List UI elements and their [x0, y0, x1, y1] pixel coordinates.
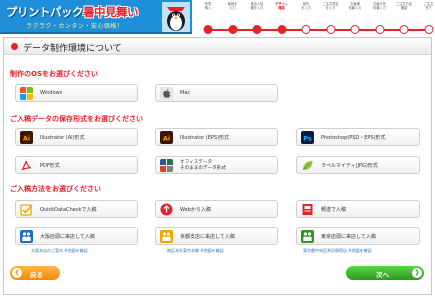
header: プリントパック暑中見舞い ラクラク・カンタン・安心価格！ 年賀 購入 絵柄を 入力 差出…	[0, 0, 435, 36]
format-eps-label: Illustrator (EPS)形式	[180, 135, 230, 141]
logo[interactable]: プリントパック暑中見舞い ラクラク・カンタン・安心価格！	[0, 0, 192, 34]
step-indicator	[326, 25, 335, 34]
step-label: ご注文内容 を入力	[322, 2, 339, 10]
os-windows-label: Windows	[40, 90, 63, 96]
next-button-label: 次へ	[376, 271, 389, 279]
method-tokyo-label: 東京店頭に来店して入稿	[321, 234, 376, 240]
step-label: デザイン 確認	[275, 2, 288, 10]
format-office-button[interactable]: オフィスデータ そのままのデータ形式	[155, 156, 278, 174]
main-panel: データ制作環境について 制作のOSをお選びください Windows Mac ご入…	[3, 37, 432, 295]
step-label: 差出人情 報を入力	[250, 2, 264, 10]
panel-title-bar: データ制作環境について	[4, 38, 431, 55]
pdf-icon	[20, 159, 33, 172]
checkbox-icon	[20, 204, 33, 216]
map-link-tokyo[interactable]: 東京都中央区茶沢原宿店 ※地図を確認	[303, 248, 372, 254]
mail-icon	[302, 204, 313, 215]
step-indicator	[203, 25, 213, 34]
step-label: 絵柄を 入力	[227, 2, 238, 10]
logo-tagline: ラクラク・カンタン・安心価格！	[26, 23, 124, 30]
next-button[interactable]: 次へ ❯	[346, 266, 424, 280]
format-pdf-button[interactable]: PDF形式	[15, 156, 138, 174]
step-indicator	[399, 25, 409, 34]
os-windows-button[interactable]: Windows	[15, 84, 138, 102]
logo-brand: プリントパック	[6, 5, 84, 19]
leaf-icon	[303, 161, 313, 170]
os-mac-label: Mac	[180, 90, 191, 96]
step-label: 宛先 を入力	[301, 2, 311, 10]
step-indicator	[277, 25, 286, 34]
format-ai-label: Illustrator (AI)形式	[40, 135, 85, 141]
step-label: 年賀 購入	[204, 2, 212, 10]
svg-text:Ai: Ai	[23, 134, 30, 142]
chevron-left-icon: ❮	[12, 268, 22, 278]
section-title-os: 制作のOSをお選びください	[10, 70, 98, 78]
format-office-label: オフィスデータ そのままのデータ形式	[180, 160, 226, 172]
method-quickdata-button[interactable]: QuickDataCheckで入稿	[15, 200, 138, 218]
office-icon	[160, 159, 173, 172]
method-osaka-label: 大阪店頭に来店して入稿	[40, 234, 95, 240]
map-link-osaka[interactable]: 大阪本店のご案内 ※地図を確認	[31, 248, 88, 254]
format-photoshop-label: Photoshop(PSD・EPS)形式	[321, 135, 386, 141]
step-indicator	[424, 25, 433, 34]
map-link-kyoto[interactable]: 南区本社東京本郷 ※地図を確認	[167, 248, 224, 254]
format-rapid-button[interactable]: ラペルマイティ(JPG)形式	[296, 156, 420, 174]
format-ai-button[interactable]: Ai Illustrator (AI)形式	[15, 128, 138, 146]
step-label: ご注文 完了	[423, 2, 434, 10]
logo-product: 暑中見舞い	[83, 5, 139, 19]
step-label: お届け先 情報入力	[373, 2, 386, 10]
method-kyoto-button[interactable]: 京都支店に来店して入稿	[155, 227, 278, 245]
penguin-mascot-icon	[162, 2, 190, 32]
method-mail-button[interactable]: 郵送で入稿	[296, 200, 420, 218]
apple-icon	[160, 87, 173, 100]
step-indicator	[228, 25, 237, 34]
chevron-right-icon: ❯	[412, 268, 422, 278]
format-pdf-label: PDF形式	[40, 163, 60, 169]
people-icon	[160, 230, 173, 243]
step-indicator	[350, 25, 360, 34]
format-eps-button[interactable]: Ai Illustrator (EPS)形式	[155, 128, 278, 146]
format-photoshop-button[interactable]: Ps Photoshop(PSD・EPS)形式	[296, 128, 420, 146]
illustrator-icon: Ai	[20, 131, 33, 144]
os-mac-button[interactable]: Mac	[155, 84, 278, 102]
photoshop-icon: Ps	[301, 131, 314, 144]
back-button[interactable]: ❮ 戻る	[10, 266, 60, 280]
format-office-label-line1: オフィスデータ	[180, 159, 213, 165]
page-title: データ制作環境について	[23, 44, 122, 54]
format-rapid-label: ラペルマイティ(JPG)形式	[321, 163, 378, 169]
method-tokyo-button[interactable]: 東京店頭に来店して入稿	[296, 227, 420, 245]
step-indicator	[375, 25, 384, 34]
section-title-method: ご入稿方法をお選びください	[10, 185, 101, 193]
method-osaka-button[interactable]: 大阪店頭に来店して入稿	[15, 227, 138, 245]
illustrator-eps-icon: Ai	[160, 131, 173, 144]
method-quickdata-label: QuickDataCheckで入稿	[40, 207, 97, 213]
people-icon	[20, 230, 33, 243]
title-bullet-icon	[11, 42, 18, 50]
step-indicator	[301, 25, 311, 34]
web-upload-icon	[160, 203, 173, 216]
windows-icon	[20, 87, 33, 100]
method-mail-label: 郵送で入稿	[321, 207, 347, 213]
people-icon	[301, 230, 314, 243]
step-indicator	[252, 25, 262, 34]
svg-text:Ps: Ps	[303, 134, 312, 142]
method-web-label: Webから入稿	[180, 207, 211, 213]
method-web-button[interactable]: Webから入稿	[155, 200, 278, 218]
step-label: ご注文方法 確認	[396, 2, 412, 10]
section-title-format: ご入稿データの保存形式をお選びください	[10, 115, 143, 123]
method-kyoto-label: 京都支店に来店して入稿	[180, 234, 235, 240]
progress-steps: 年賀 購入 絵柄を 入力 差出人情 報を入力 デザイン 確認 宛先 を入力 ご注文内容 を入力 お客様情…	[200, 2, 433, 36]
logo-text: プリントパック暑中見舞い	[6, 4, 139, 20]
step-label: お客様 情報入力	[348, 2, 362, 10]
svg-text:Ai: Ai	[163, 134, 170, 142]
format-office-label-line2: そのままのデータ形式	[180, 165, 226, 171]
back-button-label: 戻る	[30, 271, 43, 279]
